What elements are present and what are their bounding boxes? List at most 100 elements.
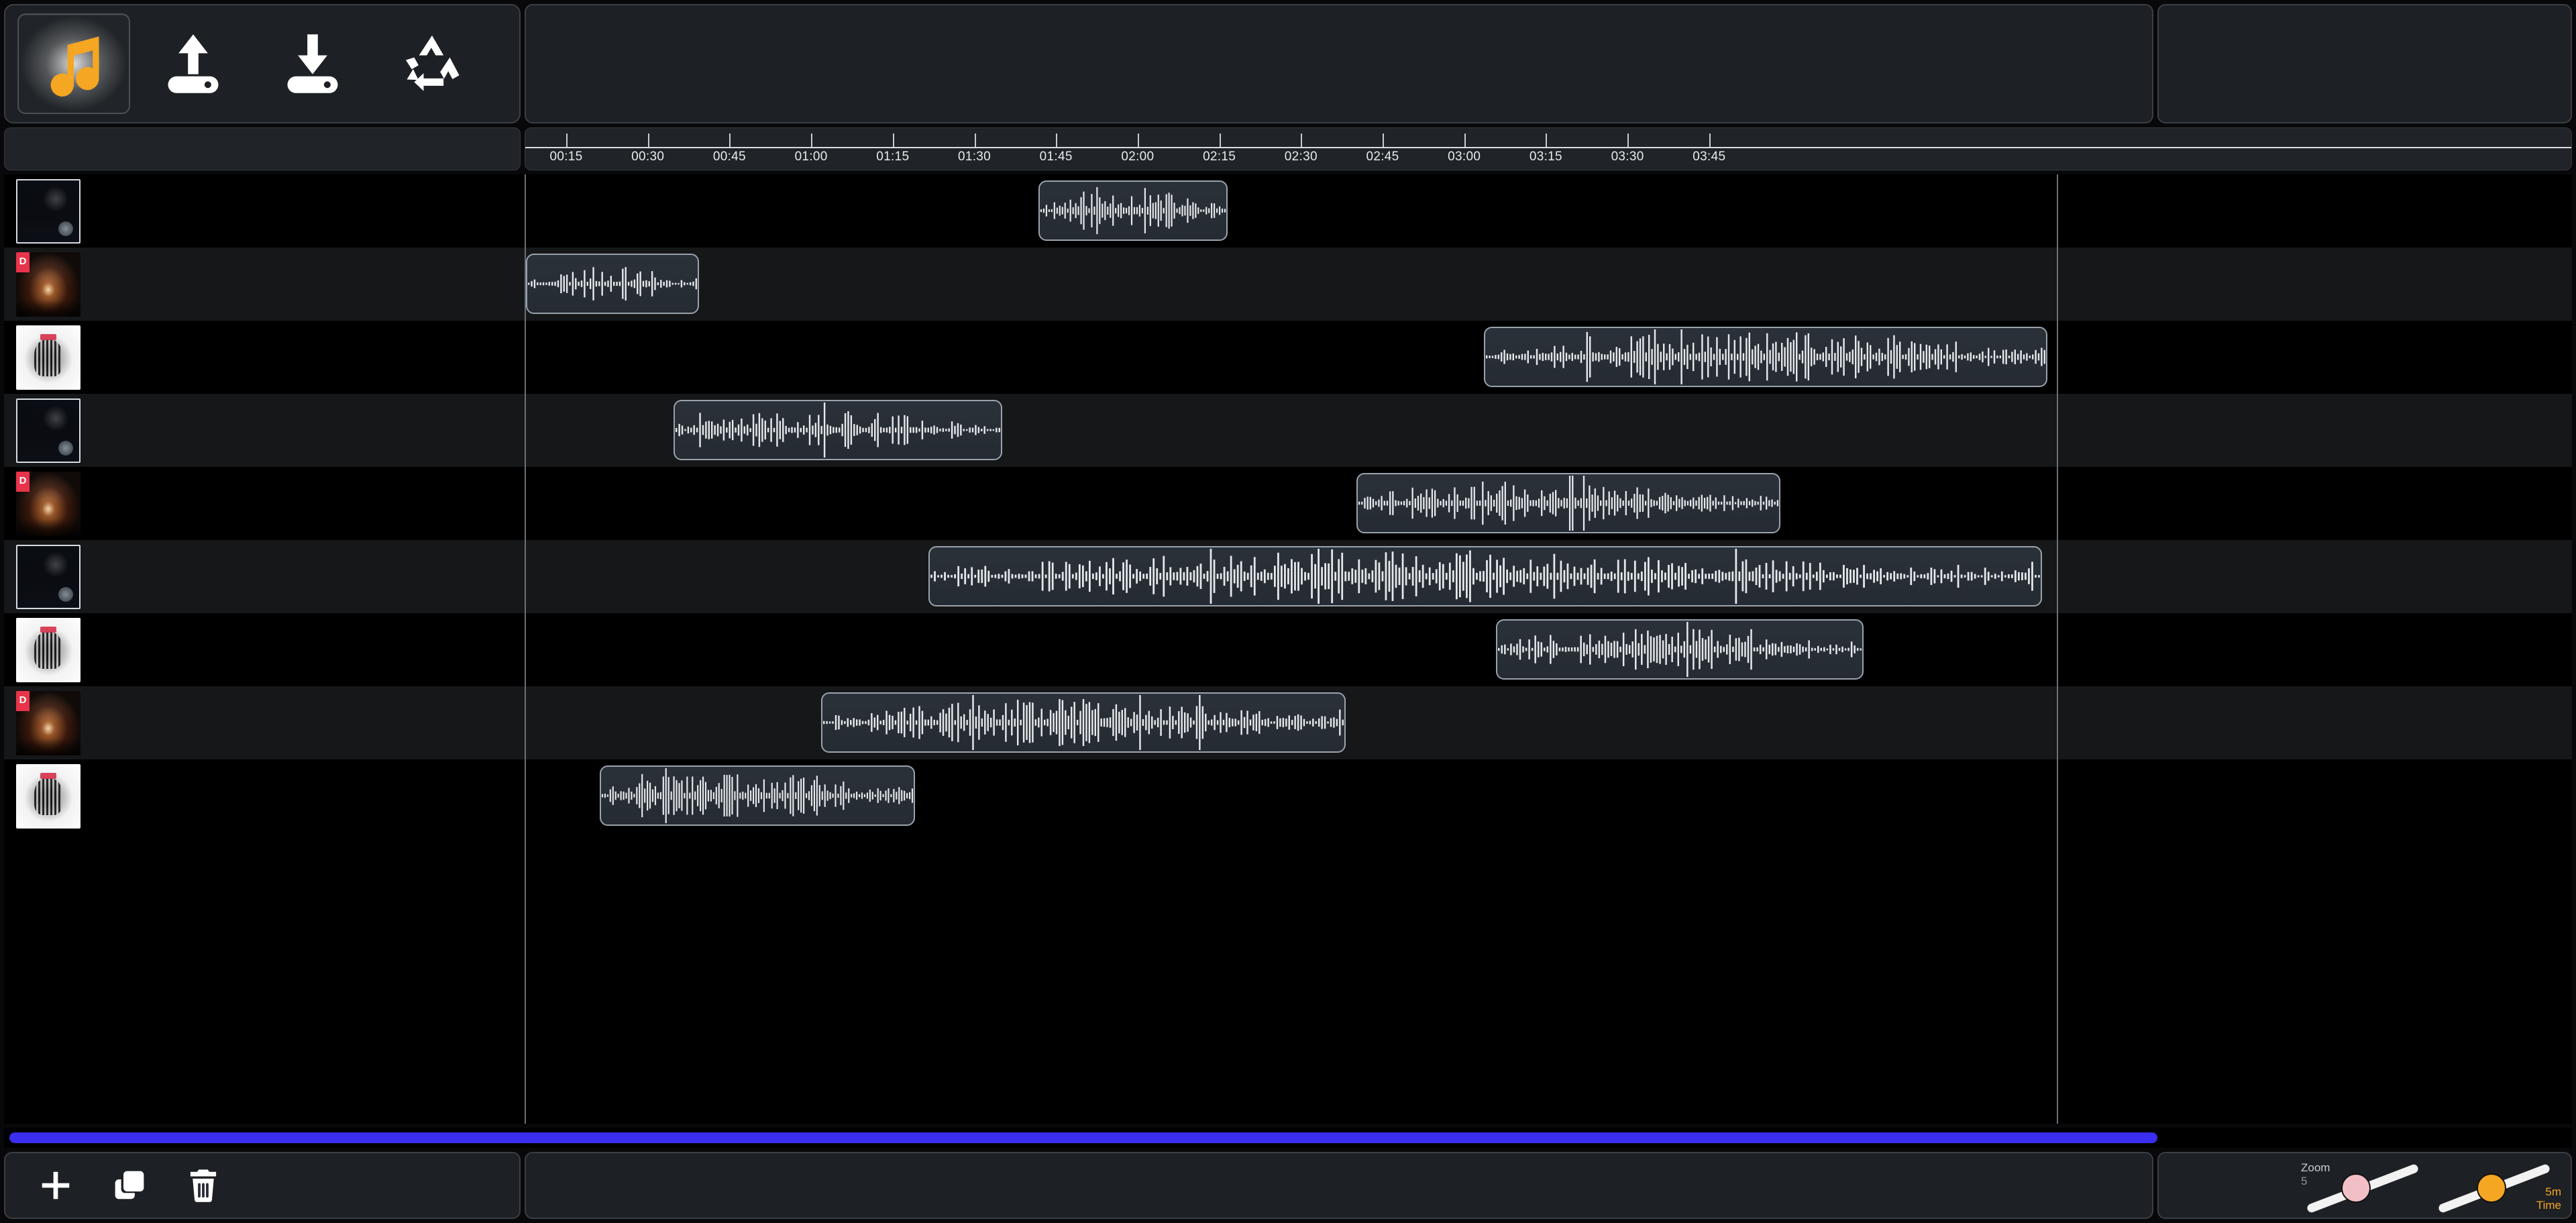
ruler-row: 00:15 00:30 00:45 01:00 01:15 01:30 01:45 02:00…	[4, 127, 2572, 170]
time-value: 5m	[2545, 1185, 2561, 1198]
thumb-badge: D	[16, 471, 30, 492]
ruler-tick-label: 03:30	[1611, 150, 1644, 164]
bottom-middle-panel	[525, 1152, 2153, 1219]
track-artwork: D	[16, 690, 80, 755]
timeline-row[interactable]	[525, 540, 2572, 613]
track-artwork	[16, 325, 80, 390]
add-button[interactable]	[38, 1167, 74, 1204]
track-artwork	[16, 178, 80, 244]
download-icon	[279, 30, 346, 97]
scrollbar-track[interactable]	[9, 1132, 2567, 1143]
ruler-tick	[1056, 134, 1058, 147]
ruler-tick-label: 01:30	[957, 150, 991, 164]
timeline-ruler[interactable]: 00:15 00:30 00:45 01:00 01:15 01:30 01:45 02:00…	[525, 127, 2572, 170]
ruler-tick	[1464, 134, 1466, 147]
time-label-text: Time	[2536, 1199, 2561, 1212]
timeline-row[interactable]	[525, 321, 2572, 394]
ruler-tick-label: 02:00	[1121, 150, 1155, 164]
ruler-tick-label: 02:45	[1366, 150, 1399, 164]
header-middle-panel	[525, 4, 2153, 123]
timeline-canvas[interactable]	[525, 174, 2572, 1124]
ruler-tick-label: 01:45	[1039, 150, 1073, 164]
ruler-tick-label: 01:00	[794, 150, 828, 164]
ruler-tick	[566, 134, 568, 147]
trash-icon	[185, 1167, 221, 1204]
track-artwork	[16, 544, 80, 609]
time-slider[interactable]: 5m Time	[2431, 1157, 2561, 1214]
ruler-tick	[1709, 134, 1711, 147]
track-header[interactable]: D	[4, 248, 525, 321]
track-header[interactable]	[4, 613, 525, 686]
ruler-tick-label: 02:15	[1203, 150, 1236, 164]
ruler-tick	[1301, 134, 1303, 147]
timeline-row[interactable]	[525, 467, 2572, 540]
delete-button[interactable]	[185, 1167, 221, 1204]
time-slider-knob[interactable]	[2477, 1173, 2506, 1203]
zoom-slider-label: Zoom 5	[2301, 1161, 2330, 1188]
recycle-icon	[398, 30, 466, 97]
ruler-tick-label: 02:30	[1284, 150, 1318, 164]
timeline-row[interactable]	[525, 759, 2572, 833]
ruler-tick-label: 00:30	[631, 150, 665, 164]
track-header[interactable]	[4, 540, 525, 613]
track-artwork	[16, 398, 80, 463]
timeline-row[interactable]	[525, 174, 2572, 248]
track-artwork	[16, 617, 80, 682]
audio-clip[interactable]	[1496, 619, 1864, 680]
thumb-badge: D	[16, 690, 30, 711]
track-header[interactable]: D	[4, 686, 525, 759]
ruler-tick	[1627, 134, 1629, 147]
ruler-left-spacer	[4, 127, 521, 170]
track-artwork	[16, 763, 80, 829]
audio-clip[interactable]	[821, 692, 1346, 753]
upload-icon	[160, 30, 227, 97]
toolbar-button-recycle[interactable]	[376, 13, 488, 114]
app-root: 00:15 00:30 00:45 01:00 01:15 01:30 01:45 02:00…	[0, 0, 2576, 1223]
toolbar-button-upload[interactable]	[137, 13, 250, 114]
audio-clip[interactable]	[1038, 180, 1228, 241]
bottom-action-bar	[4, 1152, 521, 1219]
track-header[interactable]	[4, 759, 525, 833]
track-header[interactable]	[4, 174, 525, 248]
main-area: D D D	[4, 174, 2572, 1124]
music-note-icon	[40, 30, 107, 97]
toolbar	[4, 4, 521, 123]
ruler-tick	[811, 134, 813, 147]
track-header[interactable]	[4, 321, 525, 394]
bottom-bar: Zoom 5 5m Time	[4, 1152, 2572, 1219]
timeline-row[interactable]	[525, 613, 2572, 686]
track-header[interactable]	[4, 394, 525, 467]
ruler-tick-label: 03:15	[1529, 150, 1562, 164]
ruler-tick	[974, 134, 976, 147]
thumb-badge: D	[16, 252, 30, 272]
duplicate-button[interactable]	[111, 1167, 148, 1204]
time-slider-label: 5m Time	[2536, 1185, 2561, 1212]
timeline-row[interactable]	[525, 394, 2572, 467]
zoom-slider-knob[interactable]	[2341, 1173, 2371, 1203]
ruler-tick	[1219, 134, 1221, 147]
audio-clip[interactable]	[600, 765, 915, 826]
audio-clip[interactable]	[928, 546, 2042, 606]
track-header[interactable]: D	[4, 467, 525, 540]
toolbar-button-download[interactable]	[256, 13, 369, 114]
scrollbar-thumb[interactable]	[9, 1132, 2158, 1143]
zoom-slider[interactable]: Zoom 5	[2300, 1157, 2427, 1214]
toolbar-button-music-library[interactable]	[17, 13, 130, 114]
audio-clip[interactable]	[1356, 473, 1780, 533]
audio-clip[interactable]	[526, 254, 699, 314]
timeline-row[interactable]	[525, 686, 2572, 759]
track-artwork: D	[16, 471, 80, 536]
track-list: D D D	[4, 174, 525, 1124]
artwork-image	[16, 544, 80, 609]
artwork-image	[16, 325, 80, 390]
audio-clip[interactable]	[1484, 327, 2047, 387]
header-right-panel	[2157, 4, 2572, 123]
plus-icon	[38, 1167, 74, 1204]
timeline-row[interactable]	[525, 248, 2572, 321]
ruler-tick	[1383, 134, 1384, 147]
ruler-tick	[729, 134, 731, 147]
zoom-value: 5	[2301, 1175, 2308, 1187]
zoom-label-text: Zoom	[2301, 1161, 2330, 1174]
ruler-tick-label: 00:45	[712, 150, 746, 164]
audio-clip[interactable]	[674, 400, 1002, 460]
